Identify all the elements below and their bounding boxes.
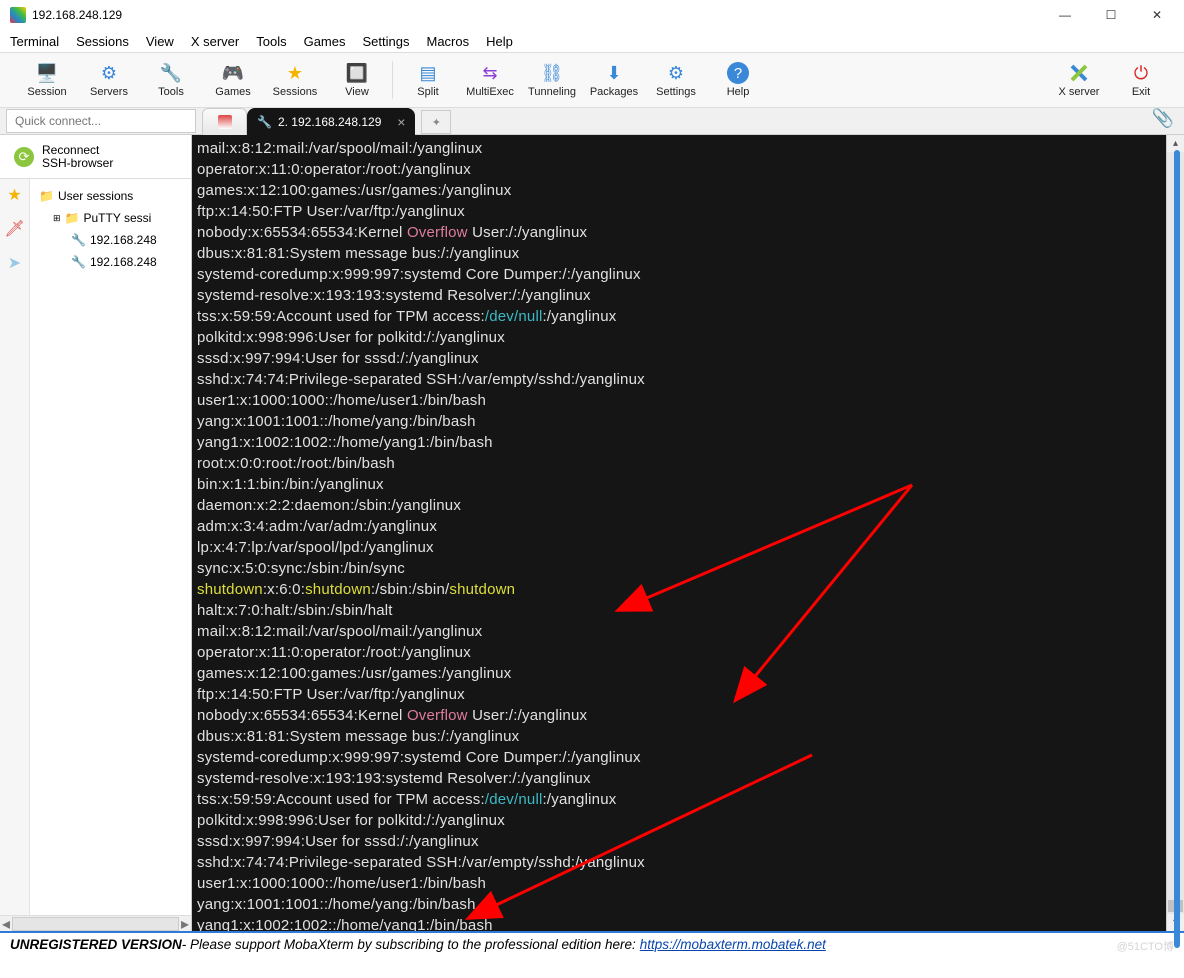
reload-icon: ⟳: [14, 147, 34, 167]
view-icon: 🔲: [346, 62, 368, 84]
session-button[interactable]: 🖥️Session: [16, 55, 78, 105]
key-icon: 🔧: [257, 115, 272, 129]
folder-icon: 📁: [65, 211, 80, 225]
unregistered-label: UNREGISTERED VERSION: [10, 937, 182, 952]
status-bar: UNREGISTERED VERSION - Please support Mo…: [0, 931, 1184, 955]
session-tree: ★ 🗡 ➤ 📁User sessions ⊞📁PuTTY sessi 🔧192.…: [0, 179, 191, 915]
star-icon: ★: [284, 62, 306, 84]
menu-view[interactable]: View: [146, 34, 174, 49]
tools-button[interactable]: 🔧Tools: [140, 55, 202, 105]
split-button[interactable]: ▤Split: [397, 55, 459, 105]
xserver-button[interactable]: X server: [1048, 55, 1110, 105]
paperclip-icon[interactable]: 📎: [1152, 108, 1174, 134]
sidebar-rail: ★ 🗡 ➤: [0, 179, 30, 915]
menu-tools[interactable]: Tools: [256, 34, 286, 49]
monitor-icon: 🖥️: [36, 62, 58, 84]
folder-icon: 📁: [39, 189, 54, 203]
tree-host-2[interactable]: 🔧192.168.248: [35, 251, 191, 273]
home-tab[interactable]: [202, 108, 247, 135]
tab-label: 2. 192.168.248.129: [278, 115, 381, 129]
tools-icon: 🔧: [160, 62, 182, 84]
gamepad-icon: 🎮: [222, 62, 244, 84]
key-icon: 🔧: [71, 233, 86, 247]
gear-icon: ⚙: [665, 62, 687, 84]
packages-button[interactable]: ⬇Packages: [583, 55, 645, 105]
servers-icon: ⚙: [98, 62, 120, 84]
multiexec-button[interactable]: ⇆MultiExec: [459, 55, 521, 105]
menu-settings[interactable]: Settings: [363, 34, 410, 49]
split-icon: ▤: [417, 62, 439, 84]
reconnect-button[interactable]: ⟳ ReconnectSSH-browser: [0, 135, 191, 179]
menu-terminal[interactable]: Terminal: [10, 34, 59, 49]
tab-row: 🔧 2. 192.168.248.129 × ✦ 📎: [0, 108, 1184, 135]
quick-connect-input[interactable]: [6, 109, 196, 133]
watermark: @51CTO博: [1117, 938, 1174, 954]
games-button[interactable]: 🎮Games: [202, 55, 264, 105]
settings-button[interactable]: ⚙Settings: [645, 55, 707, 105]
sidebar-hscroll[interactable]: ◂▸: [0, 915, 191, 931]
close-button[interactable]: ✕: [1134, 4, 1180, 26]
help-button[interactable]: ?Help: [707, 55, 769, 105]
terminal[interactable]: mail:x:8:12:mail:/var/spool/mail:/yangli…: [192, 135, 1166, 931]
menu-bar: Terminal Sessions View X server Tools Ga…: [0, 30, 1184, 53]
window-title: 192.168.248.129: [32, 8, 1042, 22]
app-icon: [10, 7, 26, 23]
tree-putty[interactable]: ⊞📁PuTTY sessi: [35, 207, 191, 229]
maximize-button[interactable]: ☐: [1088, 4, 1134, 26]
blue-indicator: [1174, 150, 1180, 948]
minimize-button[interactable]: —: [1042, 4, 1088, 26]
servers-button[interactable]: ⚙Servers: [78, 55, 140, 105]
menu-help[interactable]: Help: [486, 34, 513, 49]
help-icon: ?: [727, 62, 749, 84]
tab-active[interactable]: 🔧 2. 192.168.248.129 ×: [247, 108, 415, 135]
tab-close-icon[interactable]: ×: [397, 114, 405, 130]
menu-macros[interactable]: Macros: [426, 34, 469, 49]
menu-xserver[interactable]: X server: [191, 34, 239, 49]
view-button[interactable]: 🔲View: [326, 55, 388, 105]
home-icon: [218, 115, 232, 129]
multiexec-icon: ⇆: [479, 62, 501, 84]
power-icon: ⏻: [1130, 62, 1152, 84]
knife-icon[interactable]: 🗡: [4, 219, 24, 239]
key-icon: 🔧: [71, 255, 86, 269]
tunneling-button[interactable]: ⛓Tunneling: [521, 55, 583, 105]
footer-link[interactable]: https://mobaxterm.mobatek.net: [640, 937, 826, 952]
toolbar: 🖥️Session ⚙Servers 🔧Tools 🎮Games ★Sessio…: [0, 53, 1184, 108]
x-icon: [1068, 62, 1090, 84]
menu-games[interactable]: Games: [304, 34, 346, 49]
menu-sessions[interactable]: Sessions: [76, 34, 129, 49]
download-icon: ⬇: [603, 62, 625, 84]
tunneling-icon: ⛓: [541, 62, 563, 84]
send-icon[interactable]: ➤: [8, 253, 21, 273]
star-icon[interactable]: ★: [7, 185, 21, 205]
new-tab-button[interactable]: ✦: [421, 110, 451, 134]
tree-host-1[interactable]: 🔧192.168.248: [35, 229, 191, 251]
exit-button[interactable]: ⏻Exit: [1110, 55, 1172, 105]
sessions-button[interactable]: ★Sessions: [264, 55, 326, 105]
sidebar: ⟳ ReconnectSSH-browser ★ 🗡 ➤ 📁User sessi…: [0, 135, 192, 931]
tree-user-sessions[interactable]: 📁User sessions: [35, 185, 191, 207]
window-titlebar: 192.168.248.129 — ☐ ✕: [0, 0, 1184, 30]
